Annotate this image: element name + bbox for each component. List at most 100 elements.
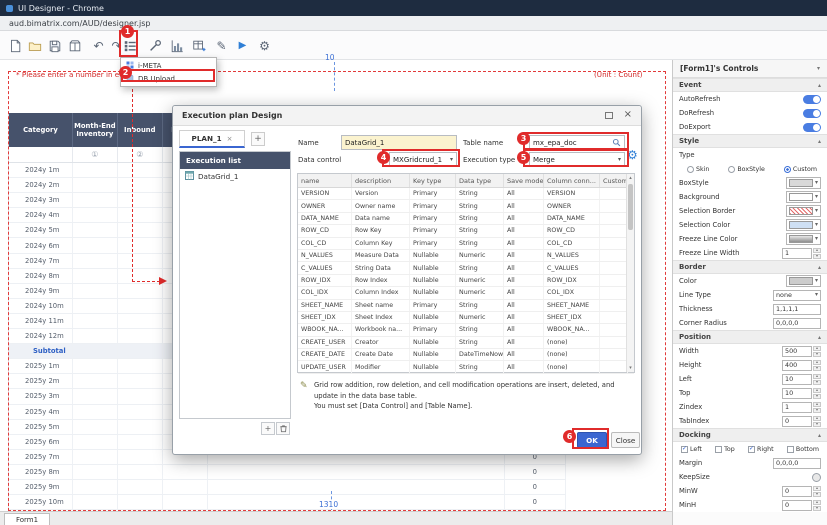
stepper-value[interactable]: 400 (782, 360, 812, 371)
prop-boxstyle-picker[interactable]: ▾ (786, 177, 821, 189)
mapping-cell[interactable]: Nullable (410, 275, 456, 286)
stepper-down-icon[interactable]: ▾ (813, 506, 821, 511)
mapping-cell[interactable]: OWNER (544, 200, 600, 211)
mapping-cell[interactable]: All (504, 312, 544, 323)
mapping-cell[interactable]: Primary (410, 213, 456, 224)
stepper-down-icon[interactable]: ▾ (813, 408, 821, 413)
row-cell[interactable] (73, 465, 118, 479)
column-mapping-row[interactable]: C_VALUESString DataNullableStringAllC_VA… (298, 262, 634, 274)
mapping-cell[interactable]: Sheet name (352, 300, 410, 311)
stepper-value[interactable]: 0 (782, 486, 812, 497)
dock-bottom-checkbox[interactable]: Bottom (787, 446, 819, 453)
mapping-cell[interactable]: Primary (410, 300, 456, 311)
mapping-cell[interactable] (600, 361, 628, 372)
open-folder-button[interactable] (26, 37, 43, 54)
mapping-cell[interactable]: String (456, 262, 504, 273)
mapping-cell[interactable]: Workbook na... (352, 324, 410, 335)
new-file-button[interactable] (6, 37, 23, 54)
mapping-cell[interactable]: CREATE_USER (298, 337, 352, 348)
section-docking[interactable]: Docking▴ (673, 428, 827, 442)
row-cell[interactable] (163, 480, 208, 494)
stepper-down-icon[interactable]: ▾ (813, 254, 821, 259)
row-cell[interactable] (118, 329, 163, 343)
mapping-cell[interactable]: (none) (544, 349, 600, 360)
mapping-cell[interactable]: Numeric (456, 275, 504, 286)
prop-keepsize-knob[interactable] (812, 473, 821, 482)
row-cell[interactable] (118, 405, 163, 419)
column-mapping-row[interactable]: ROW_CDRow KeyPrimaryStringAllROW_CD (298, 225, 634, 237)
row-cell[interactable] (73, 405, 118, 419)
stepper-up-icon[interactable]: ▴ (813, 388, 821, 393)
mapping-cell[interactable] (600, 324, 628, 335)
column-mapping-row[interactable]: CREATE_DATECreate DateNullableDateTimeNo… (298, 349, 634, 361)
row-cell[interactable] (73, 299, 118, 313)
mapping-cell[interactable]: All (504, 200, 544, 211)
mapping-cell[interactable]: C_VALUES (544, 262, 600, 273)
package-button[interactable] (66, 37, 83, 54)
prop-width-stepper[interactable]: 500▴▾ (782, 346, 821, 357)
properties-header[interactable]: [Form1]'s Controls ▾ (673, 60, 827, 78)
mapping-cell[interactable]: String (456, 213, 504, 224)
row-cell[interactable] (73, 359, 118, 373)
row-cell[interactable] (118, 420, 163, 434)
mapping-cell[interactable]: N_VALUES (544, 250, 600, 261)
mapping-cell[interactable]: Numeric (456, 250, 504, 261)
prop-doexport-toggle[interactable] (803, 123, 821, 132)
mapping-cell[interactable]: All (504, 361, 544, 372)
execution-type-select[interactable]: Merge ▾ (529, 152, 625, 167)
add-execution-button[interactable]: + (261, 422, 275, 435)
mapping-cell[interactable] (600, 225, 628, 236)
search-icon[interactable] (612, 138, 621, 147)
column-mapping-row[interactable]: CREATE_USERCreatorNullableStringAll(none… (298, 337, 634, 349)
mapping-cell[interactable]: String (456, 324, 504, 335)
mapping-cell[interactable]: UPDATE_USER (298, 361, 352, 372)
mapping-cell[interactable]: All (504, 262, 544, 273)
radio-skin[interactable]: Skin (687, 166, 709, 173)
prop-freeze-line-color-picker[interactable]: ▾ (786, 233, 821, 245)
stepper-value[interactable]: 500 (782, 346, 812, 357)
mapping-cell[interactable]: ROW_IDX (544, 275, 600, 286)
mapping-cell[interactable] (600, 312, 628, 323)
mapping-cell[interactable]: SHEET_IDX (544, 312, 600, 323)
mapping-cell[interactable]: Numeric (456, 312, 504, 323)
prop-tabindex-stepper[interactable]: 0▴▾ (782, 416, 821, 427)
tab-plan-1[interactable]: PLAN_1 × (179, 130, 245, 148)
row-cell[interactable] (118, 480, 163, 494)
mapping-cell[interactable]: (none) (544, 361, 600, 372)
mapping-cell[interactable]: All (504, 225, 544, 236)
prop-minw-stepper[interactable]: 0▴▾ (782, 486, 821, 497)
mapping-cell[interactable]: COL_IDX (298, 287, 352, 298)
stepper-down-icon[interactable]: ▾ (813, 380, 821, 385)
row-cell[interactable] (118, 223, 163, 237)
mapping-cell[interactable] (600, 238, 628, 249)
stepper-value[interactable]: 1 (782, 402, 812, 413)
stepper-buttons[interactable]: ▴▾ (813, 374, 821, 385)
row-cell[interactable] (163, 495, 208, 509)
mapping-cell[interactable]: String (456, 300, 504, 311)
row-cell[interactable] (118, 495, 163, 509)
prop-left-stepper[interactable]: 10▴▾ (782, 374, 821, 385)
mapping-cell[interactable]: DATA_NAME (544, 213, 600, 224)
mapping-cell[interactable] (600, 275, 628, 286)
prop-thickness-input[interactable]: 1,1,1,1 (773, 304, 821, 315)
stepper-value[interactable]: 1 (782, 248, 812, 259)
row-value[interactable]: 0 (505, 480, 566, 494)
column-mapping-row[interactable]: UPDATE_USERModifierNullableStringAll(non… (298, 361, 634, 373)
stepper-buttons[interactable]: ▴▾ (813, 402, 821, 413)
mapping-cell[interactable]: Primary (410, 238, 456, 249)
stepper-value[interactable]: 10 (782, 374, 812, 385)
row-value[interactable]: 0 (505, 465, 566, 479)
mapping-cell[interactable]: SHEET_IDX (298, 312, 352, 323)
row-cell[interactable] (73, 193, 118, 207)
row-cell[interactable] (118, 389, 163, 403)
mapping-cell[interactable]: OWNER (298, 200, 352, 211)
stepper-down-icon[interactable]: ▾ (813, 422, 821, 427)
mapping-cell[interactable]: All (504, 324, 544, 335)
mapping-cell[interactable]: VERSION (544, 188, 600, 199)
mapping-cell[interactable]: (none) (544, 337, 600, 348)
row-cell[interactable] (73, 480, 118, 494)
row-cell[interactable] (73, 178, 118, 192)
mapping-cell[interactable]: Sheet Index (352, 312, 410, 323)
scrollbar-thumb[interactable] (628, 184, 633, 230)
prop-autorefresh-toggle[interactable] (803, 95, 821, 104)
